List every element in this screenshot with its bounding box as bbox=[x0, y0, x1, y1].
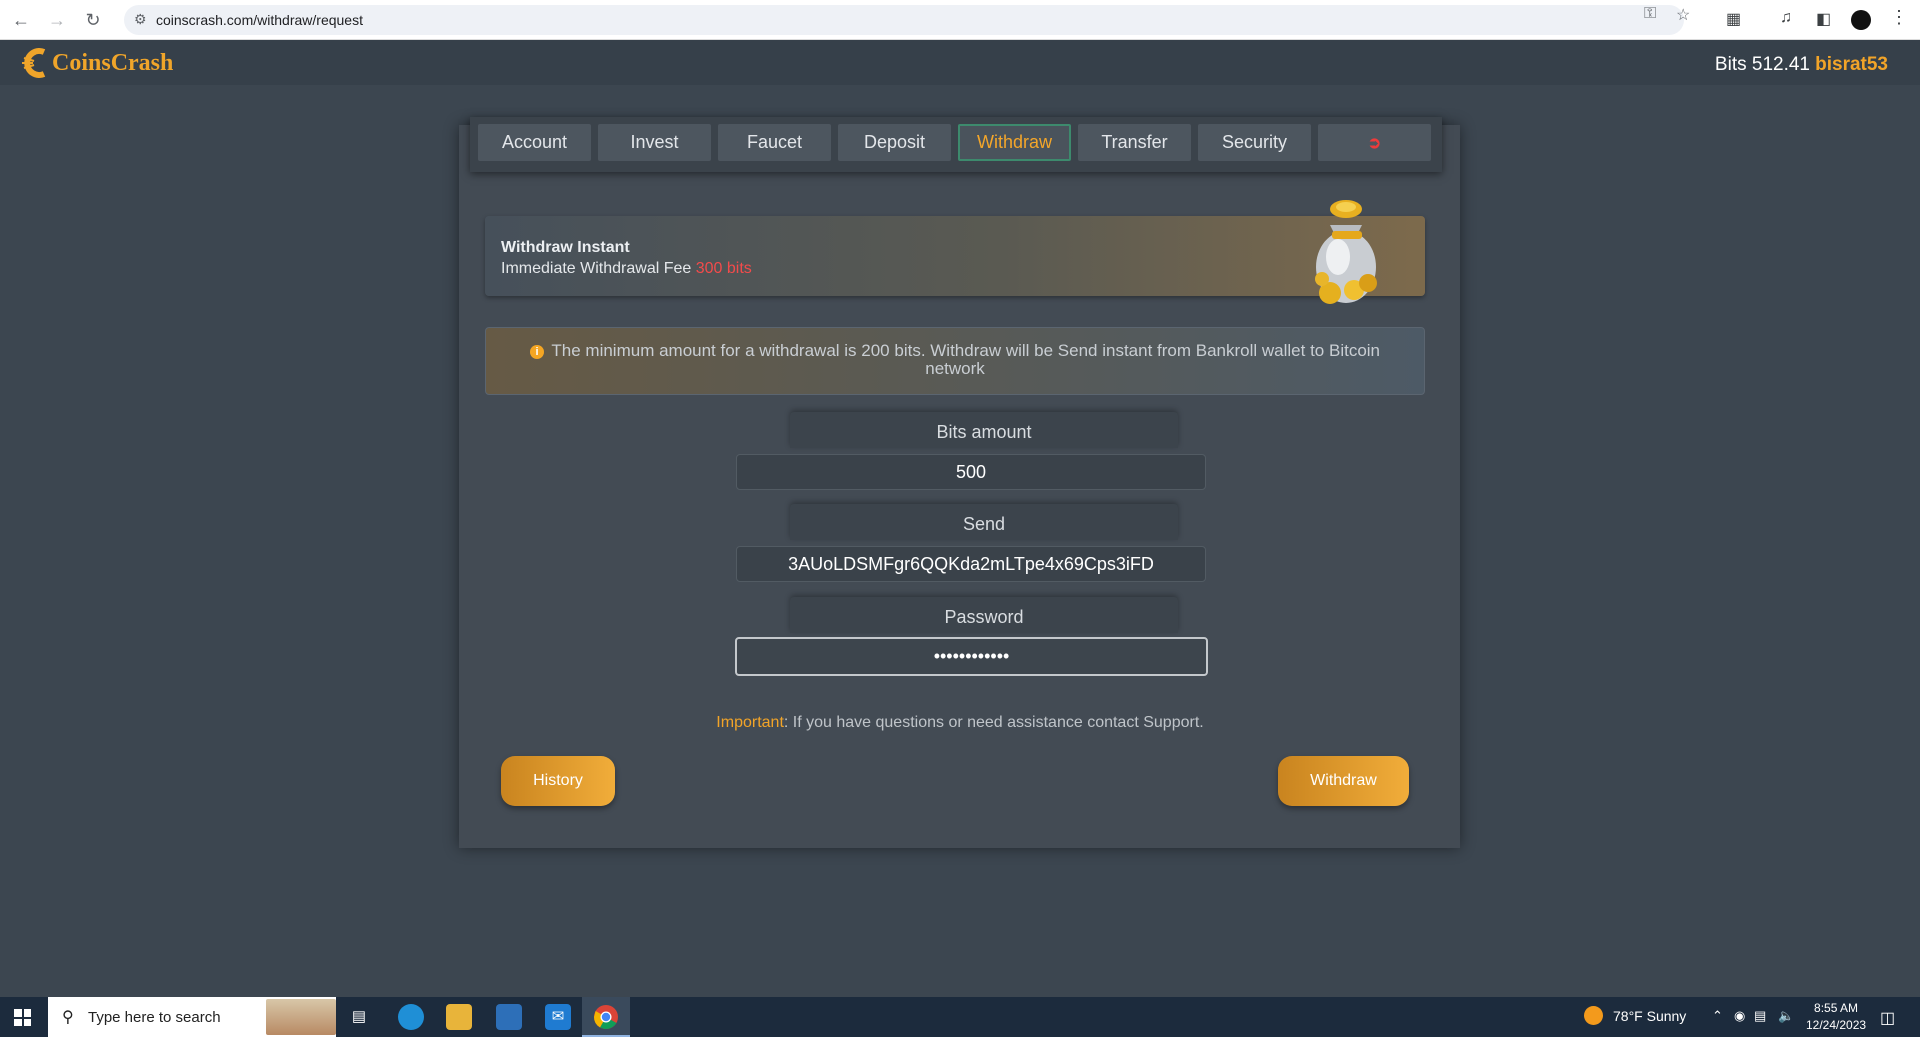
forward-icon[interactable]: → bbox=[44, 7, 70, 33]
back-icon[interactable]: ← bbox=[8, 7, 34, 33]
tab-account[interactable]: Account bbox=[478, 124, 591, 161]
logo-coin-icon bbox=[22, 48, 46, 78]
withdraw-info-title: Withdraw Instant bbox=[501, 239, 630, 256]
profile-avatar[interactable] bbox=[1851, 10, 1871, 30]
file-explorer-icon[interactable] bbox=[446, 1004, 472, 1030]
taskbar-search[interactable]: ⚲ Type here to search bbox=[48, 997, 336, 1037]
address-bar[interactable]: ⚙ coinscrash.com/withdraw/request bbox=[124, 5, 1684, 35]
amount-input[interactable] bbox=[736, 454, 1206, 490]
tab-bar: Account Invest Faucet Deposit Withdraw T… bbox=[470, 117, 1442, 172]
meet-icon[interactable]: ◉ bbox=[1734, 1008, 1745, 1024]
clock-date: 12/24/2023 bbox=[1806, 1018, 1867, 1032]
fee-value: 300 bits bbox=[695, 260, 752, 277]
address-input[interactable] bbox=[736, 546, 1206, 582]
tab-invest[interactable]: Invest bbox=[598, 124, 711, 161]
site-info-icon[interactable]: ⚙ bbox=[134, 11, 147, 28]
clock-time: 8:55 AM bbox=[1814, 1001, 1859, 1015]
tab-transfer[interactable]: Transfer bbox=[1078, 124, 1191, 161]
amount-label: Bits amount bbox=[790, 412, 1178, 448]
search-highlight-image bbox=[266, 999, 336, 1035]
chrome-taskbar-item[interactable] bbox=[582, 997, 630, 1037]
store-icon[interactable] bbox=[496, 1004, 522, 1030]
password-input[interactable] bbox=[735, 637, 1208, 676]
media-icon[interactable]: ♫ bbox=[1780, 9, 1792, 27]
browser-toolbar: ← → ↻ ⚙ coinscrash.com/withdraw/request … bbox=[0, 0, 1920, 40]
balance: Bits 512.41 bbox=[1714, 54, 1810, 75]
weather-text[interactable]: 78°F Sunny bbox=[1613, 1008, 1686, 1024]
reload-icon[interactable]: ↻ bbox=[80, 7, 106, 33]
volume-icon[interactable]: 🔈 bbox=[1778, 1008, 1794, 1024]
password-label: Password bbox=[790, 597, 1178, 633]
tab-faucet[interactable]: Faucet bbox=[718, 124, 831, 161]
withdraw-button[interactable]: Withdraw bbox=[1278, 756, 1409, 806]
sign-out-icon: ➲ bbox=[1367, 135, 1382, 152]
tray-chevron-icon[interactable]: ⌃ bbox=[1712, 1008, 1723, 1024]
url-text: coinscrash.com/withdraw/request bbox=[156, 12, 363, 28]
star-icon[interactable]: ☆ bbox=[1676, 5, 1690, 25]
search-icon: ⚲ bbox=[62, 1009, 74, 1026]
site-header: CoinsCrash Bits 512.41 bisrat53 bbox=[0, 40, 1920, 85]
important-text: : If you have questions or need assistan… bbox=[783, 714, 1204, 731]
chrome-icon bbox=[594, 1005, 618, 1030]
network-icon[interactable]: ▤ bbox=[1754, 1008, 1766, 1024]
tab-logout[interactable]: ➲ bbox=[1318, 124, 1431, 161]
tab-withdraw[interactable]: Withdraw bbox=[958, 124, 1071, 161]
weather-icon bbox=[1584, 1006, 1603, 1025]
minimum-notice: i The minimum amount for a withdrawal is… bbox=[485, 327, 1425, 395]
notice-text: The minimum amount for a withdrawal is 2… bbox=[551, 341, 1381, 378]
edge-icon[interactable] bbox=[398, 1004, 424, 1030]
key-icon[interactable]: ⚿ bbox=[1644, 5, 1656, 23]
money-bag-icon bbox=[1315, 200, 1377, 304]
tab-deposit[interactable]: Deposit bbox=[838, 124, 951, 161]
logo-text: CoinsCrash bbox=[52, 49, 174, 76]
withdraw-info-box: Withdraw Instant Immediate Withdrawal Fe… bbox=[485, 216, 1425, 296]
mail-icon[interactable]: ✉ bbox=[545, 1004, 571, 1030]
logo[interactable]: CoinsCrash bbox=[22, 45, 173, 81]
info-icon: i bbox=[529, 345, 544, 359]
username[interactable]: bisrat53 bbox=[1815, 54, 1888, 76]
notifications-icon[interactable]: ◫ bbox=[1880, 1008, 1895, 1028]
menu-icon[interactable]: ⋮ bbox=[1890, 7, 1908, 28]
extensions-icon[interactable]: ▦ bbox=[1726, 9, 1741, 29]
history-button[interactable]: History bbox=[501, 756, 615, 806]
support-note: Important: If you have questions or need… bbox=[0, 714, 1920, 732]
taskbar-clock[interactable]: 8:55 AM 12/24/2023 bbox=[1806, 1000, 1866, 1034]
withdraw-fee-line: Immediate Withdrawal Fee 300 bits bbox=[501, 260, 752, 278]
tab-security[interactable]: Security bbox=[1198, 124, 1311, 161]
search-placeholder: Type here to search bbox=[88, 1009, 221, 1026]
send-label: Send bbox=[790, 504, 1178, 540]
side-panel-icon[interactable]: ◧ bbox=[1816, 9, 1831, 29]
task-view-icon[interactable]: ▤ bbox=[346, 1004, 372, 1030]
windows-start-icon[interactable] bbox=[14, 1009, 31, 1026]
taskbar: ⚲ Type here to search ▤ ✉ 78°F Sunny ⌃ ◉… bbox=[0, 997, 1920, 1037]
important-label: Important bbox=[716, 714, 784, 731]
fee-label: Immediate Withdrawal Fee bbox=[501, 260, 692, 277]
